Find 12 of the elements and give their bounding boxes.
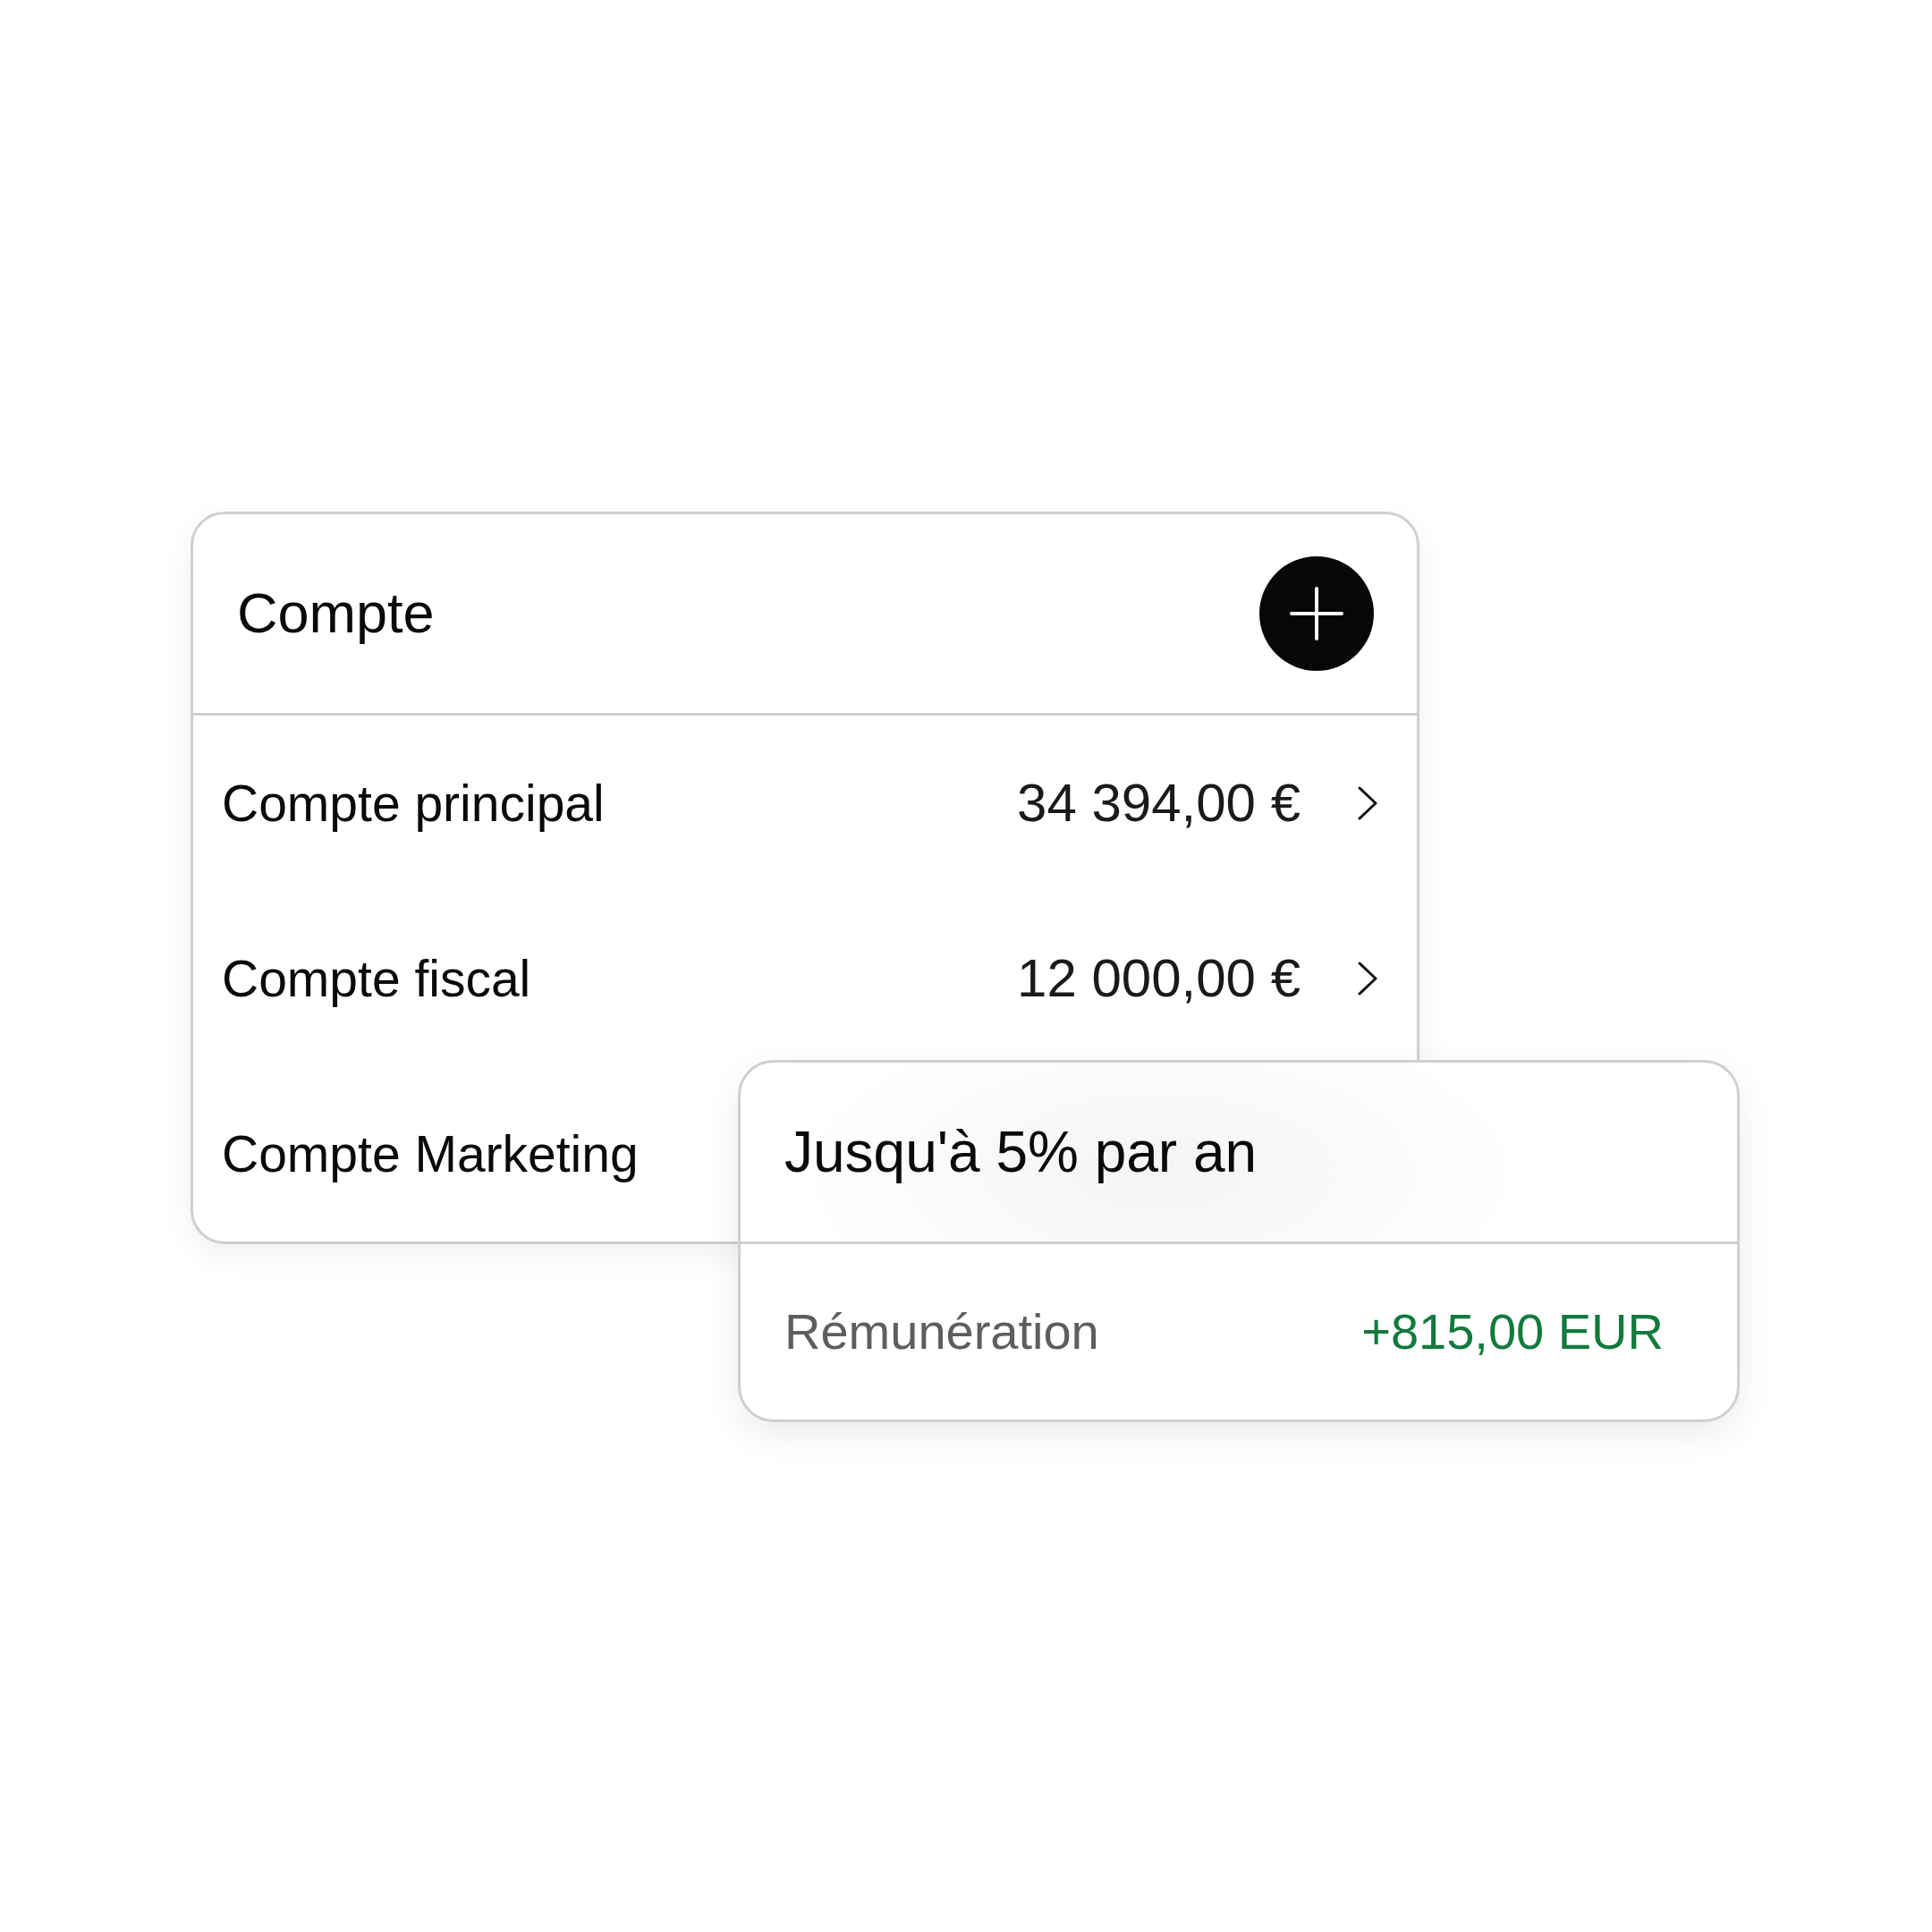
plus-icon <box>1290 587 1343 640</box>
account-balance: 34 394,00 € <box>1017 772 1301 835</box>
account-name: Compte fiscal <box>222 948 531 1009</box>
account-name: Compte principal <box>222 773 605 834</box>
account-name: Compte Marketing <box>222 1123 639 1184</box>
earnings-label: Rémunération <box>784 1302 1099 1362</box>
card-title: Compte <box>237 580 435 647</box>
chevron-right-icon[interactable] <box>1358 786 1377 820</box>
account-balance: 12 000,00 € <box>1017 947 1301 1010</box>
chevron-right-icon[interactable] <box>1358 962 1377 996</box>
earnings-value: +815,00 EUR <box>1361 1302 1664 1362</box>
interest-rate-title: Jusqu'à 5% par an <box>784 1118 1258 1186</box>
